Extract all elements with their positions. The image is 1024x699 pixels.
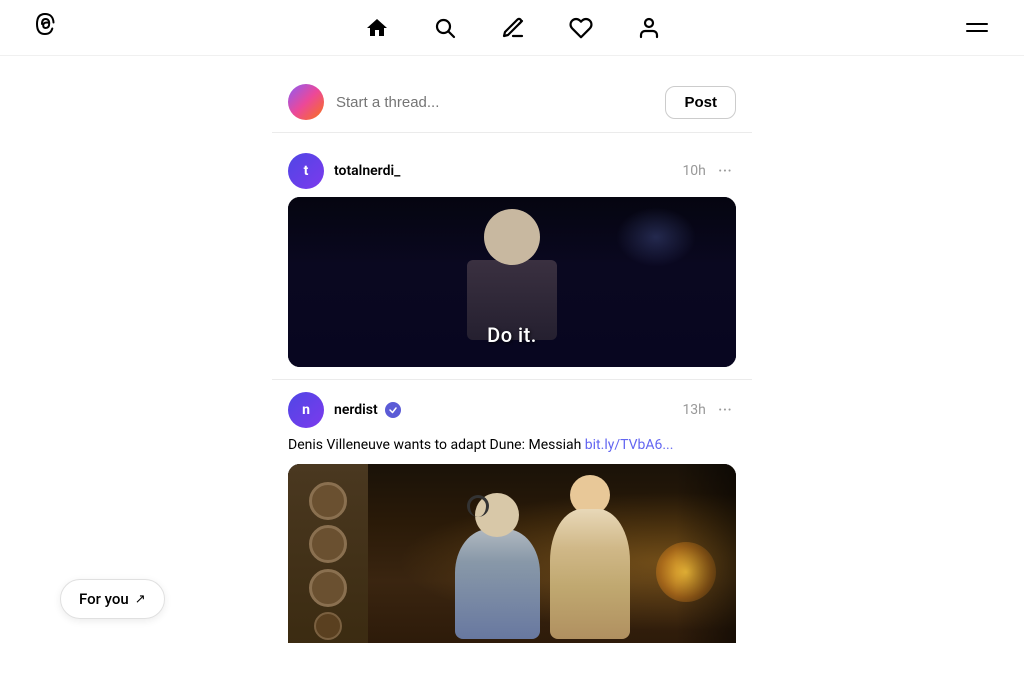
post-username[interactable]: nerdist — [334, 402, 378, 418]
post-button[interactable]: Post — [665, 86, 736, 119]
bts-image-container — [288, 464, 736, 643]
compose-icon[interactable] — [499, 14, 527, 42]
post-time: 13h — [682, 402, 705, 418]
post-header: n nerdist 13h ··· — [288, 392, 736, 428]
post-item: n nerdist 13h ··· Denis Villene — [272, 380, 752, 643]
figure-actor — [550, 475, 630, 639]
nav-center — [363, 14, 663, 42]
composer-avatar — [288, 84, 324, 120]
activity-icon[interactable] — [567, 14, 595, 42]
post-text: Denis Villeneuve wants to adapt Dune: Me… — [288, 436, 736, 456]
post-meta: 13h ··· — [682, 400, 736, 421]
post-more-button[interactable]: ··· — [714, 161, 736, 182]
meme-image-container: Do it. — [288, 197, 736, 367]
thread-input[interactable] — [336, 94, 653, 111]
meme-text: Do it. — [487, 323, 537, 347]
post-image: Do it. — [288, 197, 736, 367]
avatar-image: t — [288, 153, 324, 189]
search-icon[interactable] — [431, 14, 459, 42]
post-meta: 10h ··· — [682, 161, 736, 182]
post-image — [288, 464, 736, 643]
post-link[interactable]: bit.ly/TVbA6... — [585, 437, 674, 453]
meme-figure — [462, 209, 562, 329]
top-navigation — [0, 0, 1024, 56]
app-logo[interactable] — [32, 8, 64, 47]
menu-button[interactable] — [962, 19, 992, 36]
feed: Post t totalnerdi_ 10h ··· — [272, 72, 752, 627]
figure-director — [455, 493, 540, 639]
avatar[interactable]: n — [288, 392, 324, 428]
post-username[interactable]: totalnerdi_ — [334, 163, 400, 179]
for-you-pill[interactable]: For you ↗ — [60, 579, 165, 619]
for-you-icon: ↗ — [135, 592, 146, 607]
profile-icon[interactable] — [635, 14, 663, 42]
prop-left — [288, 464, 368, 643]
thread-composer: Post — [272, 72, 752, 133]
post-more-button[interactable]: ··· — [714, 400, 736, 421]
avatar-image: n — [288, 392, 324, 428]
home-icon[interactable] — [363, 14, 391, 42]
post-header-left: t totalnerdi_ — [288, 153, 400, 189]
post-header: t totalnerdi_ 10h ··· — [288, 153, 736, 189]
verified-badge — [385, 402, 401, 418]
avatar[interactable]: t — [288, 153, 324, 189]
scene-figures — [455, 475, 630, 643]
main-content: Post t totalnerdi_ 10h ··· — [0, 56, 1024, 643]
for-you-label: For you — [79, 590, 129, 608]
post-time: 10h — [682, 163, 705, 179]
post-item: t totalnerdi_ 10h ··· — [272, 141, 752, 380]
post-header-left: n nerdist — [288, 392, 401, 428]
